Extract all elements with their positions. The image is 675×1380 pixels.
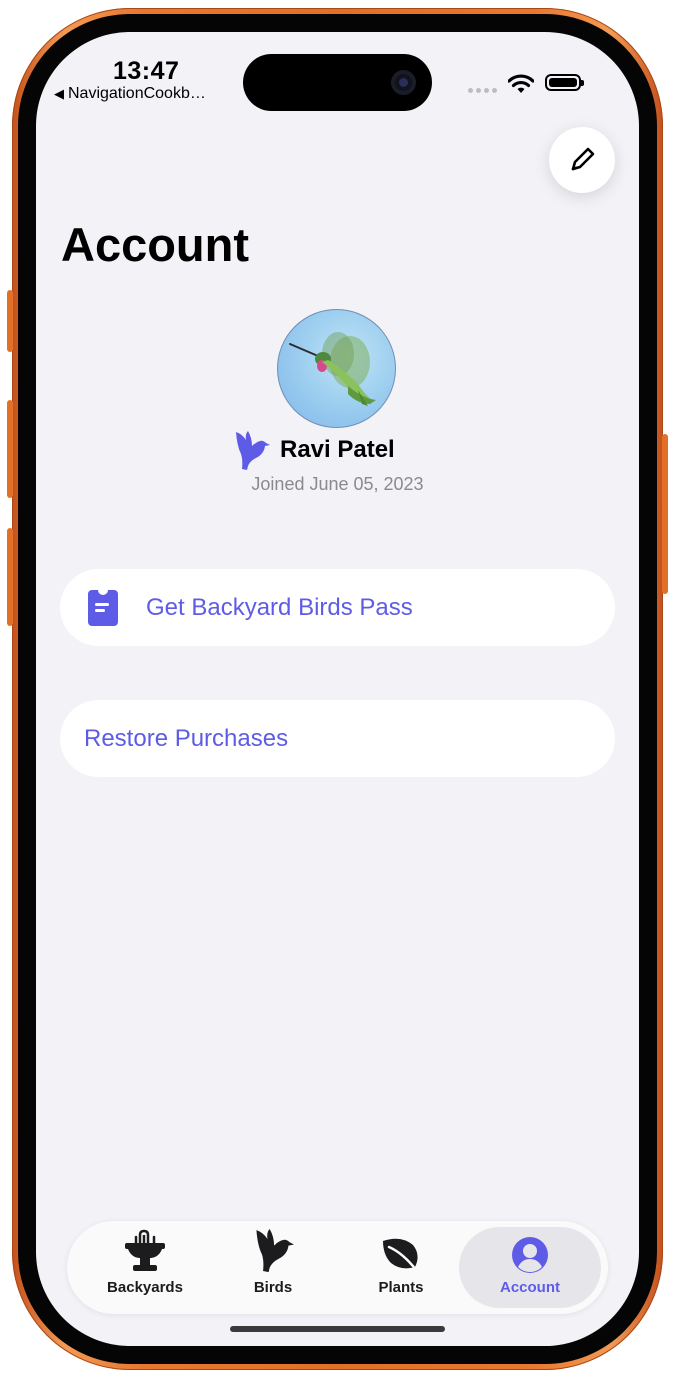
edit-button[interactable]	[549, 127, 615, 193]
bird-icon	[256, 1229, 294, 1273]
tab-account[interactable]: Account	[459, 1227, 601, 1308]
back-label: NavigationCookb…	[68, 85, 206, 102]
pencil-icon	[571, 147, 595, 171]
restore-purchases-button[interactable]: Restore Purchases	[60, 700, 615, 777]
back-triangle-icon: ◀	[54, 86, 64, 101]
volume-down-button	[7, 528, 13, 626]
home-indicator[interactable]	[230, 1326, 445, 1332]
bird-icon	[236, 431, 270, 470]
power-button	[662, 434, 668, 594]
battery-icon	[545, 74, 584, 91]
page-title: Account	[61, 218, 249, 271]
screen: 13:47 ◀ NavigationCookb… Account Ravi Pa…	[36, 32, 639, 1346]
joined-date: Joined June 05, 2023	[251, 474, 424, 494]
fountain-icon	[125, 1229, 165, 1271]
volume-up-button	[7, 400, 13, 498]
camera-icon	[391, 70, 416, 95]
person-circle-icon	[512, 1237, 548, 1273]
get-pass-label: Get Backyard Birds Pass	[146, 593, 413, 621]
tab-label: Birds	[253, 1279, 293, 1296]
tab-birds[interactable]: Birds	[209, 1227, 337, 1308]
pass-card-icon	[88, 589, 118, 626]
tab-label: Backyards	[107, 1279, 183, 1296]
avatar[interactable]	[277, 309, 396, 428]
get-pass-button[interactable]: Get Backyard Birds Pass	[60, 569, 615, 646]
tab-label: Plants	[378, 1279, 424, 1296]
tab-bar: Backyards Birds Plants Account	[67, 1221, 608, 1314]
profile-name: Ravi Patel	[280, 436, 395, 463]
back-to-app-link[interactable]: ◀ NavigationCookb…	[54, 85, 206, 103]
status-time: 13:47	[113, 57, 180, 85]
tab-label: Account	[500, 1279, 560, 1296]
action-button	[7, 290, 13, 352]
leaf-icon	[383, 1238, 419, 1273]
tab-backyards[interactable]: Backyards	[81, 1227, 209, 1308]
tab-plants[interactable]: Plants	[337, 1227, 465, 1308]
hummingbird-icon	[289, 332, 376, 406]
restore-purchases-label: Restore Purchases	[84, 724, 289, 752]
profile-name-row: Ravi Patel	[232, 430, 395, 470]
wifi-icon	[508, 74, 534, 93]
dynamic-island	[243, 54, 432, 111]
cellular-signal-icon	[468, 88, 497, 93]
